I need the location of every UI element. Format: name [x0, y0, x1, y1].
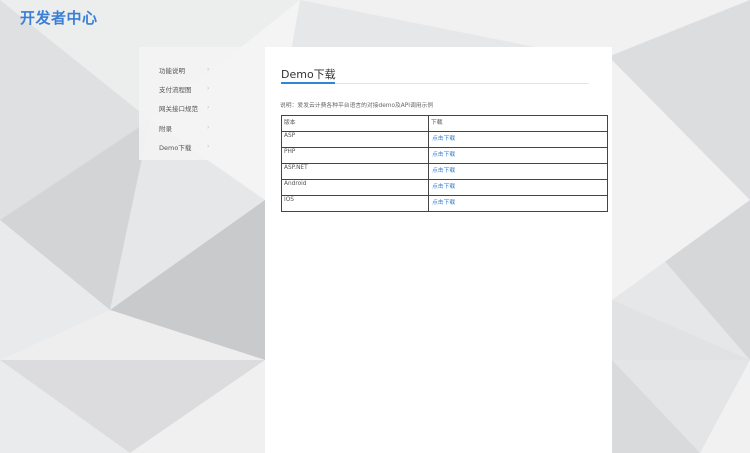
version-cell: ASP.NET [281, 163, 429, 180]
sidebar-item-demo-download[interactable]: Demo下载 › [139, 137, 265, 156]
version-cell: ASP [281, 131, 429, 148]
main-content: Demo下载 说明：爱发云计费各种平台语言的对接demo及API调用示例 版本 … [265, 47, 612, 453]
sidebar-item-label: Demo下载 [159, 143, 192, 152]
table-row: Android 点击下载 [281, 179, 608, 196]
download-cell: 点击下载 [428, 163, 608, 180]
chevron-right-icon: › [207, 104, 210, 111]
sidebar: 功能说明 › 支付流程图 › 网关接口规范 › 附录 › Demo下载 › [139, 47, 265, 160]
description-text: 说明：爱发云计费各种平台语言的对接demo及API调用示例 [280, 103, 434, 109]
sidebar-item-label: 网关接口规范 [159, 104, 198, 113]
table-row: PHP 点击下载 [281, 147, 608, 164]
column-header-download: 下载 [428, 115, 608, 132]
table-row: ASP 点击下载 [281, 131, 608, 148]
table-header-row: 版本 下载 [281, 115, 608, 132]
download-link-asp[interactable]: 点击下载 [431, 136, 455, 142]
table-row: ASP.NET 点击下载 [281, 163, 608, 180]
chevron-right-icon: › [207, 85, 210, 92]
download-link-php[interactable]: 点击下载 [431, 152, 455, 158]
sidebar-item-payment-flow[interactable]: 支付流程图 › [139, 79, 265, 98]
version-cell: IOS [281, 195, 429, 212]
brand-title[interactable]: 开发者中心 [20, 7, 98, 28]
download-cell: 点击下载 [428, 179, 608, 196]
chevron-right-icon: › [207, 124, 210, 131]
demo-download-table: 版本 下载 ASP 点击下载 PHP 点击下载 ASP.NET 点击下载 And… [281, 115, 608, 212]
title-underline-accent [281, 82, 335, 84]
table-row: IOS 点击下载 [281, 195, 608, 212]
version-cell: Android [281, 179, 429, 196]
sidebar-item-feature-description[interactable]: 功能说明 › [139, 60, 265, 79]
page-title: Demo下载 [281, 68, 336, 81]
download-link-ios[interactable]: 点击下载 [431, 200, 455, 206]
download-cell: 点击下载 [428, 147, 608, 164]
download-cell: 点击下载 [428, 131, 608, 148]
download-link-android[interactable]: 点击下载 [431, 184, 455, 190]
column-header-version: 版本 [281, 115, 429, 132]
sidebar-item-label: 支付流程图 [159, 85, 192, 94]
sidebar-item-label: 功能说明 [159, 66, 185, 75]
chevron-right-icon: › [207, 66, 210, 73]
download-cell: 点击下载 [428, 195, 608, 212]
version-cell: PHP [281, 147, 429, 164]
sidebar-item-label: 附录 [159, 124, 172, 133]
chevron-right-icon: › [207, 143, 210, 150]
sidebar-item-appendix[interactable]: 附录 › [139, 118, 265, 137]
sidebar-item-gateway-spec[interactable]: 网关接口规范 › [139, 98, 265, 117]
download-link-aspnet[interactable]: 点击下载 [431, 168, 455, 174]
